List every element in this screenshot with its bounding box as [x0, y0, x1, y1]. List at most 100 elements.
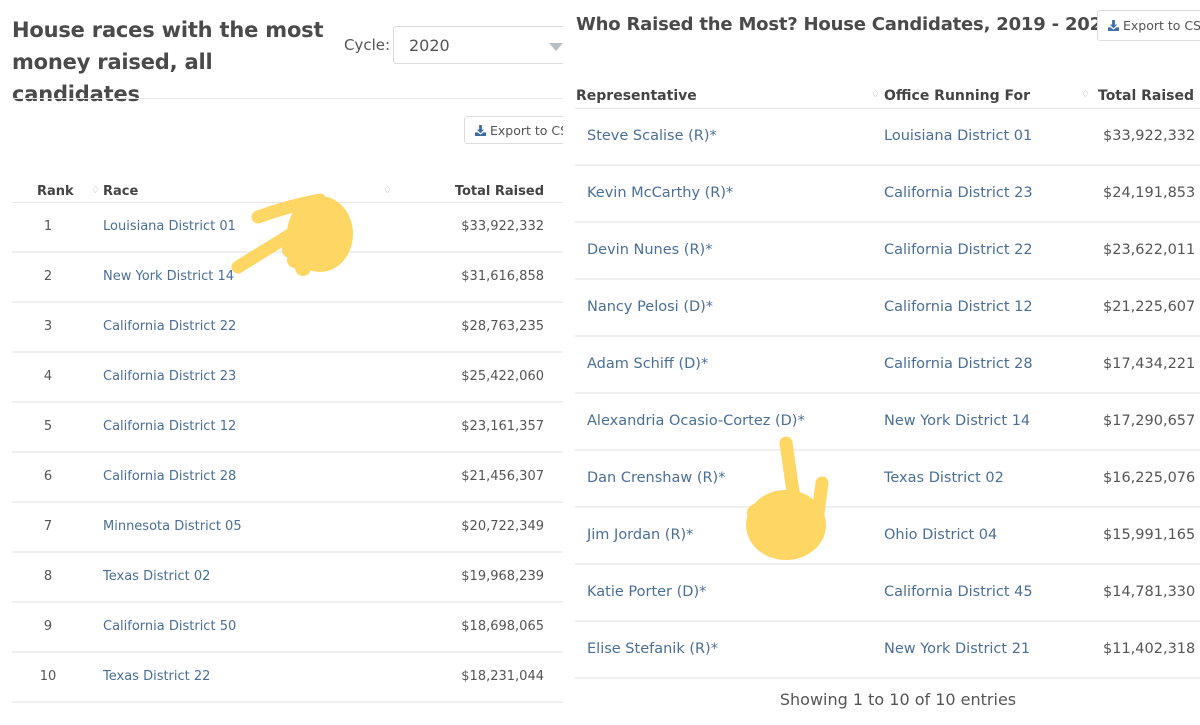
left-panel-races: House races with the most money raised, … [0, 0, 563, 725]
rank-value: 3 [43, 319, 53, 334]
candidates-title: Who Raised the Most? House Candidates, 2… [576, 14, 1115, 35]
total-raised-cell: $28,763,235 [461, 319, 544, 334]
representative-link[interactable]: Adam Schiff (D)* [587, 356, 708, 372]
race-link[interactable]: Texas District 22 [103, 669, 210, 684]
table-info: Showing 1 to 10 of 10 entries [779, 690, 1017, 709]
rank-value: 2 [43, 269, 53, 284]
race-link[interactable]: California District 22 [103, 319, 236, 334]
sort-icon[interactable]: ♢ [1081, 89, 1090, 100]
total-raised-cell: $20,722,349 [461, 519, 544, 534]
table-row: 9 California District 50 $18,698,065 [12, 603, 563, 653]
total-raised-cell: $15,991,165 [1103, 527, 1196, 543]
rank-value: 5 [43, 419, 53, 434]
download-icon [1108, 20, 1119, 31]
total-raised-cell: $18,698,065 [461, 619, 544, 634]
office-link[interactable]: New York District 21 [884, 641, 1030, 657]
office-link[interactable]: California District 22 [884, 242, 1033, 258]
table-row: 7 Minnesota District 05 $20,722,349 [12, 503, 563, 553]
office-link[interactable]: Ohio District 04 [884, 527, 997, 543]
total-raised-cell: $21,225,607 [1103, 299, 1196, 315]
column-header-total-raised[interactable]: Total Raised [455, 184, 544, 199]
total-raised-cell: $16,225,076 [1103, 470, 1196, 486]
table-row: 10 Texas District 22 $18,231,044 [12, 653, 563, 703]
table-row: Devin Nunes (R)* California District 22 $2… [575, 223, 1200, 280]
total-raised-cell: $14,781,330 [1103, 584, 1196, 600]
page-title: House races with the most money raised, … [12, 18, 324, 106]
race-link[interactable]: New York District 14 [103, 269, 234, 284]
rank-value: 10 [39, 669, 57, 684]
sort-icon[interactable]: ♢ [383, 185, 392, 196]
representative-link[interactable]: Kevin McCarthy (R)* [587, 185, 733, 201]
table-row: 5 California District 12 $23,161,357 [12, 403, 563, 453]
office-link[interactable]: New York District 14 [884, 413, 1030, 429]
rank-value: 7 [43, 519, 53, 534]
column-header-representative[interactable]: Representative [576, 88, 697, 104]
representative-link[interactable]: Steve Scalise (R)* [587, 128, 717, 144]
export-csv-button[interactable]: Export to CSV [464, 116, 563, 144]
column-header-office[interactable]: Office Running For [884, 88, 1030, 104]
race-link[interactable]: Texas District 02 [103, 569, 210, 584]
total-raised-cell: $33,922,332 [1103, 128, 1196, 144]
total-raised-cell: $33,922,332 [461, 219, 544, 234]
race-link[interactable]: California District 50 [103, 619, 236, 634]
race-link[interactable]: California District 28 [103, 469, 236, 484]
table-row: Alexandria Ocasio-Cortez (D)* New York Di… [575, 394, 1200, 451]
office-link[interactable]: California District 12 [884, 299, 1033, 315]
right-panel-candidates: Who Raised the Most? House Candidates, 2… [566, 0, 1200, 725]
office-link[interactable]: Texas District 02 [884, 470, 1004, 486]
total-raised-cell: $11,402,318 [1103, 641, 1196, 657]
table-row: Dan Crenshaw (R)* Texas District 02 $16,22… [575, 451, 1200, 508]
representative-link[interactable]: Alexandria Ocasio-Cortez (D)* [587, 413, 805, 429]
total-raised-cell: $21,456,307 [461, 469, 544, 484]
rank-value: 1 [43, 219, 53, 234]
table-row: 4 California District 23 $25,422,060 [12, 353, 563, 403]
rank-value: 4 [43, 369, 53, 384]
race-link[interactable]: California District 12 [103, 419, 236, 434]
representative-link[interactable]: Elise Stefanik (R)* [587, 641, 718, 657]
race-link[interactable]: Louisiana District 01 [103, 219, 236, 234]
column-header-total-raised[interactable]: Total Raised [1098, 88, 1194, 104]
office-link[interactable]: Louisiana District 01 [884, 128, 1032, 144]
pointing-hand-icon [231, 193, 353, 276]
column-header-rank[interactable]: Rank [37, 184, 74, 199]
total-raised-cell: $23,622,011 [1103, 242, 1196, 258]
pointing-up-hand-icon [746, 436, 829, 560]
table-header: Representative ♢ Office Running For ♢ To… [575, 86, 1200, 109]
column-header-race[interactable]: Race [103, 184, 138, 199]
table-row: Jim Jordan (R)* Ohio District 04 $15,991,1… [575, 508, 1200, 565]
table-row: Steve Scalise (R)* Louisiana District 01 $… [575, 109, 1200, 166]
representative-link[interactable]: Jim Jordan (R)* [587, 527, 693, 543]
total-raised-cell: $31,616,858 [461, 269, 544, 284]
office-link[interactable]: California District 28 [884, 356, 1033, 372]
chevron-down-icon [549, 43, 563, 51]
candidates-table: Representative ♢ Office Running For ♢ To… [575, 86, 1200, 679]
table-row: Kevin McCarthy (R)* California District 2… [575, 166, 1200, 223]
total-raised-cell: $24,191,853 [1103, 185, 1196, 201]
total-raised-cell: $23,161,357 [461, 419, 544, 434]
table-row: 6 California District 28 $21,456,307 [12, 453, 563, 503]
representative-link[interactable]: Dan Crenshaw (R)* [587, 470, 725, 486]
representative-link[interactable]: Devin Nunes (R)* [587, 242, 712, 258]
total-raised-cell: $25,422,060 [461, 369, 544, 384]
download-icon [475, 124, 486, 136]
sort-icon[interactable]: ♢ [91, 185, 100, 196]
representative-link[interactable]: Nancy Pelosi (D)* [587, 299, 713, 315]
cycle-selected-value: 2020 [409, 36, 450, 55]
race-link[interactable]: California District 23 [103, 369, 236, 384]
table-row: Katie Porter (D)* California District 45 $… [575, 565, 1200, 622]
table-row: Nancy Pelosi (D)* California District 12 $… [575, 280, 1200, 337]
export-csv-button[interactable]: Export to CS [1097, 10, 1200, 41]
divider [12, 98, 563, 99]
office-link[interactable]: California District 45 [884, 584, 1033, 600]
sort-icon[interactable]: ♢ [871, 89, 880, 100]
export-label: Export to CS [1123, 18, 1200, 33]
cycle-label: Cycle: [344, 36, 391, 54]
total-raised-cell: $17,290,657 [1103, 413, 1196, 429]
rank-value: 8 [43, 569, 53, 584]
representative-link[interactable]: Katie Porter (D)* [587, 584, 706, 600]
table-row: Elise Stefanik (R)* New York District 21 $… [575, 622, 1200, 679]
cycle-select[interactable]: 2020 [393, 26, 563, 64]
race-link[interactable]: Minnesota District 05 [103, 519, 242, 534]
table-row: Adam Schiff (D)* California District 28 $1… [575, 337, 1200, 394]
office-link[interactable]: California District 23 [884, 185, 1033, 201]
